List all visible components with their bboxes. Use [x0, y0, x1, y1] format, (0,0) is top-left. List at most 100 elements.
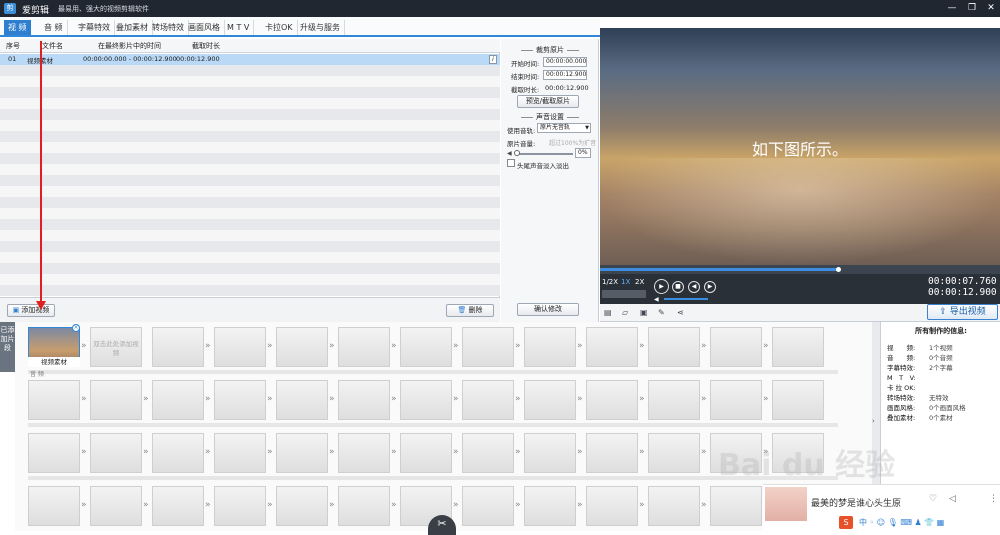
tab-audio[interactable]: 音 频 — [40, 20, 68, 35]
chevron-right-icon[interactable]: › — [872, 417, 880, 427]
tab-picture-style[interactable]: 画面风格 — [184, 20, 225, 35]
empty-clip-slot[interactable] — [772, 327, 824, 367]
empty-clip-slot[interactable] — [214, 380, 266, 420]
player-volume-slider[interactable] — [664, 298, 708, 300]
empty-clip-slot[interactable] — [586, 327, 638, 367]
menu-icon[interactable]: ⋮ — [989, 494, 998, 504]
volume-icon[interactable]: ◀ — [654, 296, 660, 303]
empty-clip-slot[interactable] — [462, 327, 514, 367]
empty-clip-slot[interactable] — [524, 327, 576, 367]
empty-clip-slot[interactable] — [90, 433, 142, 473]
empty-clip-slot[interactable] — [710, 486, 762, 526]
tab-video[interactable]: 视 频 — [4, 20, 31, 35]
timeline-handle[interactable] — [836, 267, 841, 272]
next-frame-icon[interactable]: ▶ — [704, 281, 716, 293]
info-icon[interactable]: i — [489, 55, 497, 64]
volume-slider[interactable] — [515, 153, 573, 155]
empty-clip-slot[interactable] — [710, 327, 762, 367]
tab-transition-effects[interactable]: 转场特效 — [148, 20, 189, 35]
empty-clip-slot[interactable] — [648, 486, 700, 526]
empty-clip-slot[interactable] — [338, 486, 390, 526]
empty-clip-slot[interactable] — [338, 380, 390, 420]
fade-checkbox[interactable] — [507, 159, 515, 167]
empty-clip-slot[interactable] — [648, 327, 700, 367]
empty-clip-slot[interactable] — [586, 380, 638, 420]
delete-button[interactable]: 🗑 删除 — [446, 304, 494, 317]
speed-slider[interactable] — [602, 290, 646, 298]
speed-double[interactable]: 2X — [635, 278, 644, 286]
volume-slider-handle[interactable] — [514, 150, 520, 156]
empty-clip-slot[interactable] — [462, 433, 514, 473]
empty-clip-slot[interactable] — [152, 327, 204, 367]
tab-mtv[interactable]: M T V — [223, 20, 255, 35]
tab-overlay-material[interactable]: 叠加素材 — [112, 20, 153, 35]
share-icon[interactable]: ⋖ — [677, 308, 684, 317]
tab-subtitle-effects[interactable]: 字幕特效 — [74, 20, 115, 35]
empty-clip-slot[interactable] — [276, 433, 328, 473]
minimize-button[interactable]: — — [944, 2, 960, 15]
empty-clip-slot[interactable] — [524, 433, 576, 473]
empty-clip-slot[interactable] — [524, 486, 576, 526]
empty-clip-slot[interactable] — [524, 380, 576, 420]
add-video-button[interactable]: ▣ 添加视频 — [7, 304, 55, 317]
table-row[interactable]: 01 视频素材 00:00:00.000 - 00:00:12.900 00:0… — [0, 54, 500, 65]
empty-clip-slot[interactable] — [152, 486, 204, 526]
start-time-input[interactable]: 00:00:00.000 — [543, 57, 587, 67]
confirm-modify-button[interactable]: 确认修改 — [517, 303, 579, 316]
ime-toolbar-icons[interactable]: 中 ◦ ☺ 🎙 ⌨ ♟ 👕 ▦ — [859, 517, 944, 528]
preview-clip-button[interactable]: 预览/截取原片 — [517, 95, 579, 108]
empty-clip-slot[interactable] — [276, 327, 328, 367]
empty-clip-slot[interactable] — [152, 380, 204, 420]
empty-clip-slot[interactable] — [152, 433, 204, 473]
empty-clip-slot[interactable] — [28, 380, 80, 420]
tab-karaoke[interactable]: 卡拉OK — [261, 20, 298, 35]
empty-clip-slot[interactable] — [214, 327, 266, 367]
export-video-button[interactable]: ⇪ 导出视频 — [927, 304, 998, 320]
edit-icon[interactable]: ✎ — [658, 308, 665, 317]
empty-clip-slot[interactable] — [772, 380, 824, 420]
empty-clip-slot[interactable] — [462, 486, 514, 526]
empty-clip-slot[interactable] — [400, 327, 452, 367]
prev-frame-icon[interactable]: ◀ — [688, 281, 700, 293]
clip-list-table: 序号 文件名 在最终影片中的时间 截取时长 01 视频素材 00:00:00.0… — [0, 39, 500, 297]
heart-icon[interactable]: ♡ — [929, 494, 937, 504]
disk-icon[interactable]: ▣ — [640, 308, 648, 317]
empty-clip-slot[interactable] — [28, 486, 80, 526]
empty-clip-slot[interactable] — [648, 433, 700, 473]
empty-clip-slot[interactable] — [400, 380, 452, 420]
play-icon[interactable]: ▶ — [654, 279, 669, 294]
track-select[interactable]: 原片无音轨 ▼ — [537, 123, 591, 133]
empty-clip-slot[interactable] — [90, 380, 142, 420]
restore-button[interactable]: ❐ — [964, 2, 980, 15]
empty-clip-slot[interactable] — [338, 327, 390, 367]
tab-upgrade-service[interactable]: 升级与服务 — [296, 20, 345, 35]
empty-clip-slot[interactable] — [276, 486, 328, 526]
empty-clip-slot[interactable] — [648, 380, 700, 420]
ime-logo-icon[interactable]: S — [839, 516, 853, 529]
empty-clip-slot[interactable] — [710, 380, 762, 420]
volume-input[interactable]: 0% — [575, 148, 591, 158]
empty-clip-slot[interactable] — [338, 433, 390, 473]
folder-icon[interactable]: ▱ — [622, 308, 628, 317]
speaker-icon[interactable]: ◁ — [949, 494, 956, 504]
ad-banner[interactable]: 最美的梦是谁心头生原 ♡ ◁ ⋮ S 中 ◦ ☺ 🎙 ⌨ ♟ 👕 ▦ — [763, 484, 1000, 531]
empty-clip-slot[interactable] — [400, 433, 452, 473]
empty-clip-slot[interactable] — [586, 486, 638, 526]
added-clips-side-tab[interactable]: 已添加片段 — [0, 322, 15, 372]
close-button[interactable]: ✕ — [983, 2, 999, 15]
empty-clip-slot[interactable] — [586, 433, 638, 473]
save-icon[interactable]: ▤ — [604, 308, 612, 317]
empty-clip-slot[interactable] — [214, 433, 266, 473]
speed-normal[interactable]: 1X — [621, 278, 630, 286]
empty-clip-slot[interactable] — [462, 380, 514, 420]
empty-clip-slot[interactable] — [214, 486, 266, 526]
empty-clip-slot[interactable] — [28, 433, 80, 473]
video-preview[interactable]: 如下图所示。 — [600, 28, 1000, 265]
empty-clip-slot[interactable] — [90, 486, 142, 526]
end-time-input[interactable]: 00:00:12.900 — [543, 70, 587, 80]
speed-half[interactable]: 1/2X — [602, 278, 618, 286]
playback-timeline[interactable] — [600, 265, 1000, 274]
scissors-icon[interactable]: ✂ — [428, 515, 456, 535]
stop-icon[interactable]: ■ — [672, 281, 684, 293]
empty-clip-slot[interactable] — [276, 380, 328, 420]
